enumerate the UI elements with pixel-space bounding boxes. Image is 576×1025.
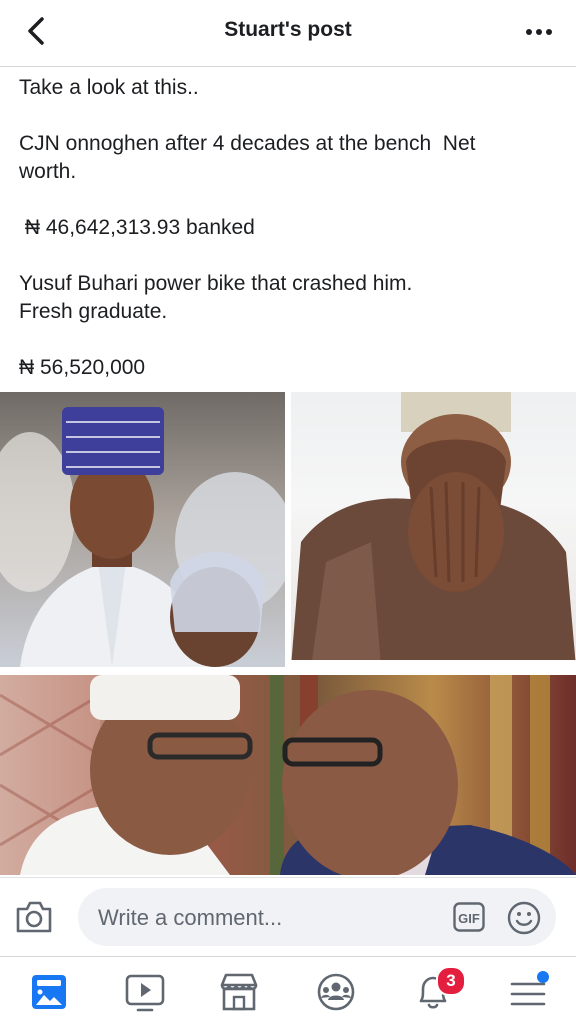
- nav-notifications[interactable]: 3: [408, 966, 466, 1017]
- post-text: Take a look at this.. CJN onnoghen after…: [19, 74, 559, 382]
- post-line: [19, 326, 559, 354]
- smiley-icon: [507, 901, 541, 935]
- sticker-button[interactable]: [506, 900, 542, 936]
- gif-label: GIF: [458, 911, 480, 926]
- post-line: ₦ 56,520,000: [19, 356, 146, 379]
- bottom-navigation: 3: [0, 956, 576, 1025]
- nav-news-feed[interactable]: [24, 967, 74, 1017]
- groups-icon: [317, 973, 355, 1011]
- comment-box: GIF: [78, 888, 556, 948]
- post-line: Fresh graduate.: [19, 300, 168, 323]
- post-line: Yusuf Buhari power bike that crashed him…: [19, 272, 413, 295]
- nav-marketplace[interactable]: [214, 967, 264, 1017]
- marketplace-icon: [220, 973, 258, 1011]
- post-line: [19, 242, 559, 270]
- post-line: [19, 102, 559, 130]
- nav-menu[interactable]: [503, 967, 553, 1017]
- news-feed-icon: [32, 975, 66, 1009]
- top-bar: Stuart's post: [0, 0, 576, 67]
- nav-groups[interactable]: [311, 967, 361, 1017]
- video-icon: [125, 974, 165, 1012]
- more-options-button[interactable]: [524, 22, 554, 42]
- post-photo[interactable]: [291, 392, 576, 667]
- comment-input[interactable]: [96, 888, 440, 948]
- gif-button[interactable]: GIF: [453, 902, 485, 932]
- post-line: [19, 186, 559, 214]
- notification-badge: 3: [436, 966, 466, 996]
- camera-icon: [16, 901, 52, 933]
- post-line: worth.: [19, 160, 77, 183]
- comment-composer: GIF: [0, 877, 576, 956]
- new-indicator-dot: [537, 971, 549, 983]
- camera-button[interactable]: [14, 899, 54, 935]
- post-line: Take a look at this..: [19, 76, 199, 99]
- post-photos: [0, 392, 576, 875]
- post-photo[interactable]: [0, 675, 576, 875]
- more-dots-icon: [526, 29, 552, 35]
- page-title: Stuart's post: [224, 18, 352, 41]
- nav-watch[interactable]: [120, 967, 170, 1017]
- post-line: ₦ 46,642,313.93 banked: [19, 216, 255, 239]
- post-photo[interactable]: [0, 392, 285, 667]
- post-line: CJN onnoghen after 4 decades at the benc…: [19, 132, 476, 155]
